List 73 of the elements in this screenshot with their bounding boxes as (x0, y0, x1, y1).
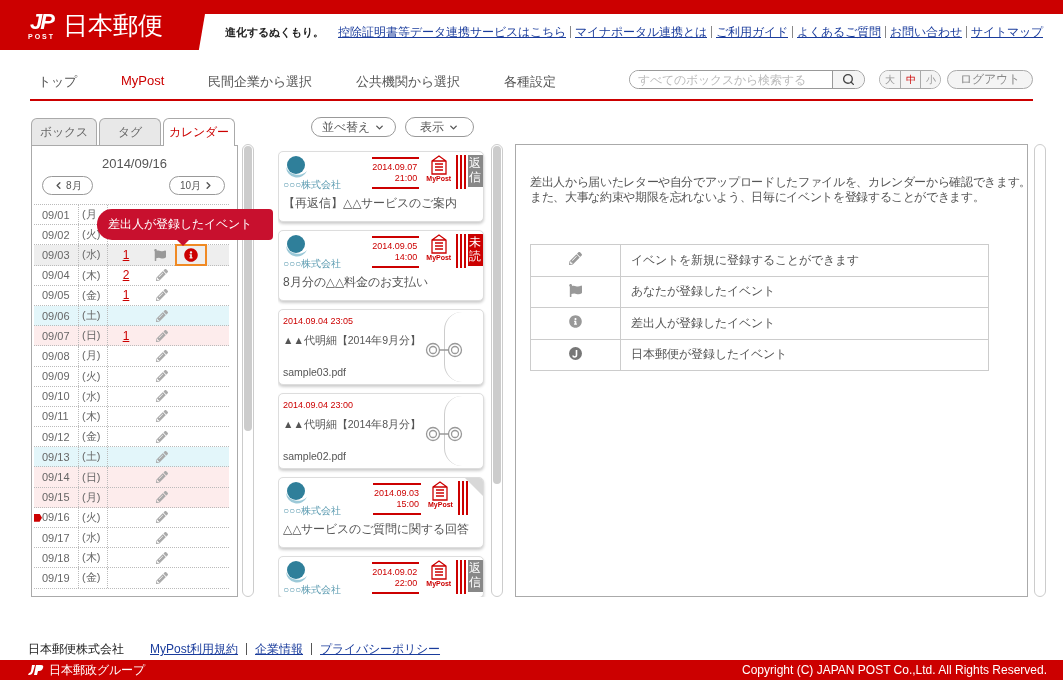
weekday-cell: (金) (78, 285, 108, 305)
logo-name: 日本郵便 (63, 9, 164, 41)
weekday-cell: (月) (78, 487, 108, 507)
calendar-date: 2014/09/16 (100, 156, 169, 171)
message-date: 2014.09.02 (372, 567, 418, 578)
file-title: ▲▲代明細【2014年9月分】 (283, 334, 422, 348)
weekday-cell: (日) (78, 467, 108, 487)
weekday-cell: (火) (78, 366, 108, 386)
description-text: また、大事な約束や期限を忘れないよう、日毎にイベントを登録することができます。 (530, 190, 985, 205)
date-cell-text: 09/13 (41, 450, 71, 463)
date-cell-text: 09/01 (41, 208, 71, 221)
weekday-cell: (水) (78, 245, 108, 265)
weekday-cell: (日) (78, 326, 108, 346)
date-cell-text: 09/02 (41, 228, 71, 241)
message-title: △△サービスのご質問に関する回答 (282, 521, 471, 538)
weekday-cell: (木) (78, 548, 108, 568)
date-cell-text: 09/15 (41, 491, 71, 504)
status-badge: 返信 (468, 155, 483, 187)
legend-text: 差出人が登録したイベント (620, 307, 989, 339)
legend-text: イベントを新規に登録することができます (620, 244, 989, 276)
message-date: 2014.09.07 (372, 162, 418, 173)
weekday-cell: (月) (78, 346, 108, 366)
group-name: 日本郵政グループ (49, 661, 145, 679)
weekday-cell: (木) (78, 265, 108, 285)
date-cell-text: 09/04 (41, 269, 71, 282)
date-cell-text: 09/14 (41, 471, 71, 484)
date-cell-text: 09/19 (41, 571, 71, 584)
message-date: 2014.09.05 (372, 241, 418, 252)
message-time: 22:00 (394, 578, 418, 589)
date-cell-text: 09/10 (41, 390, 71, 403)
sender-name: ○○○株式会社 (283, 179, 342, 190)
message-time: 14:00 (394, 252, 418, 263)
date-cell-text: 09/03 (41, 248, 71, 261)
legend-text: あなたが登録したイベント (620, 276, 989, 308)
status-badge: 未読 (468, 234, 483, 266)
file-name: sample02.pdf (283, 450, 348, 462)
date-cell-text: 09/11 (41, 410, 70, 423)
legend-text: 日本郵便が登録したイベント (620, 339, 989, 371)
company-name: 日本郵便株式会社 (28, 640, 124, 658)
date-cell-text: 09/05 (41, 289, 71, 302)
message-time: 15:00 (396, 499, 419, 510)
file-name: sample03.pdf (283, 366, 348, 378)
message-time: 21:00 (394, 173, 418, 184)
date-cell-text: 09/06 (41, 309, 71, 322)
copyright: Copyright (C) JAPAN POST Co.,Ltd. All Rights Reserved. (742, 663, 1047, 677)
weekday-cell: (水) (78, 386, 108, 406)
date-cell-text: 09/09 (41, 370, 71, 383)
file-date: 2014.09.04 23:00 (283, 400, 355, 410)
file-title: ▲▲代明細【2014年8月分】 (283, 418, 422, 432)
weekday-cell: (水) (78, 528, 108, 548)
description-text: 差出人から届いたレターや自分でアップロードしたファイルを、カレンダーから確認できます。 (530, 175, 1031, 190)
sender-name: ○○○株式会社 (283, 258, 342, 269)
weekday-cell: (金) (78, 568, 108, 588)
weekday-cell: (土) (78, 305, 108, 326)
date-cell-text: 09/08 (41, 349, 71, 362)
weekday-cell: (木) (78, 406, 108, 427)
logo-mark: JP (30, 10, 53, 33)
sender-name: ○○○株式会社 (283, 505, 342, 516)
date-cell-text: 09/18 (41, 551, 71, 564)
weekday-cell: (金) (78, 427, 108, 447)
date-cell-text: 09/16 (41, 511, 71, 524)
tagline: 進化するぬくもり。 (225, 24, 324, 40)
sender-name: ○○○株式会社 (283, 584, 342, 595)
weekday-cell: (火) (78, 507, 108, 527)
file-date: 2014.09.04 23:05 (283, 316, 355, 326)
message-date: 2014.09.03 (373, 488, 419, 499)
message-title: 8月分の△△料金のお支払い (282, 274, 430, 291)
weekday-cell: (土) (78, 447, 108, 467)
status-badge: 返信 (468, 560, 483, 592)
date-cell-text: 09/17 (41, 531, 71, 544)
date-cell-text: 09/07 (41, 329, 71, 342)
date-cell-text: 09/12 (41, 430, 71, 443)
message-title: 【再返信】△△サービスのご案内 (282, 195, 459, 212)
